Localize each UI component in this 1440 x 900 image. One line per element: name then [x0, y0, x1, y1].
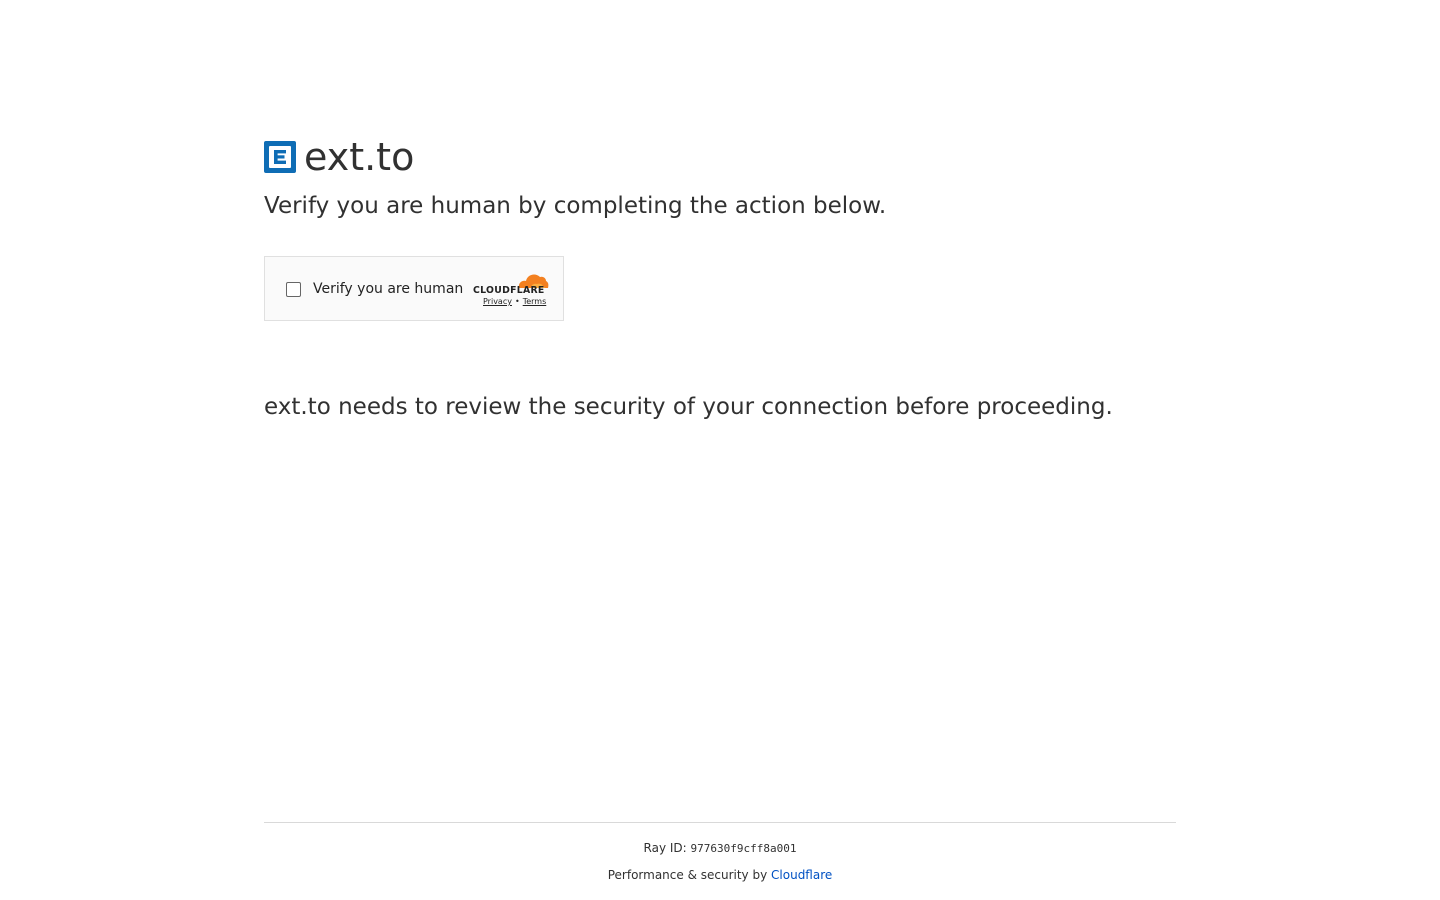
privacy-link[interactable]: Privacy	[483, 297, 512, 306]
cloudflare-logo-icon: CLOUDFLARE	[473, 274, 549, 294]
cloudflare-wordmark: CLOUDFLARE	[473, 285, 545, 294]
ray-id-line: Ray ID: 977630f9cff8a001	[264, 839, 1176, 858]
terms-link[interactable]: Terms	[523, 297, 547, 306]
page-heading: Verify you are human by completing the a…	[264, 193, 887, 219]
footer-divider	[264, 822, 1176, 823]
verify-checkbox-label[interactable]: Verify you are human	[313, 279, 463, 299]
cloudflare-link[interactable]: Cloudflare	[771, 868, 832, 882]
site-name: ext.to	[304, 135, 415, 179]
site-favicon-icon	[264, 141, 296, 173]
security-review-text: ext.to needs to review the security of y…	[264, 394, 1113, 420]
performance-label: Performance & security by	[607, 868, 768, 882]
verify-checkbox[interactable]	[286, 282, 301, 297]
ray-id-value: 977630f9cff8a001	[690, 842, 797, 855]
site-header: ext.to	[264, 134, 414, 180]
ray-id-label: Ray ID:	[643, 841, 687, 855]
turnstile-widget: Verify you are human CLOUDFLARE Privacy •…	[264, 256, 564, 321]
widget-links: Privacy • Terms	[483, 297, 546, 307]
performance-line: Performance & security by Cloudflare	[264, 866, 1176, 884]
link-separator: •	[514, 297, 520, 306]
